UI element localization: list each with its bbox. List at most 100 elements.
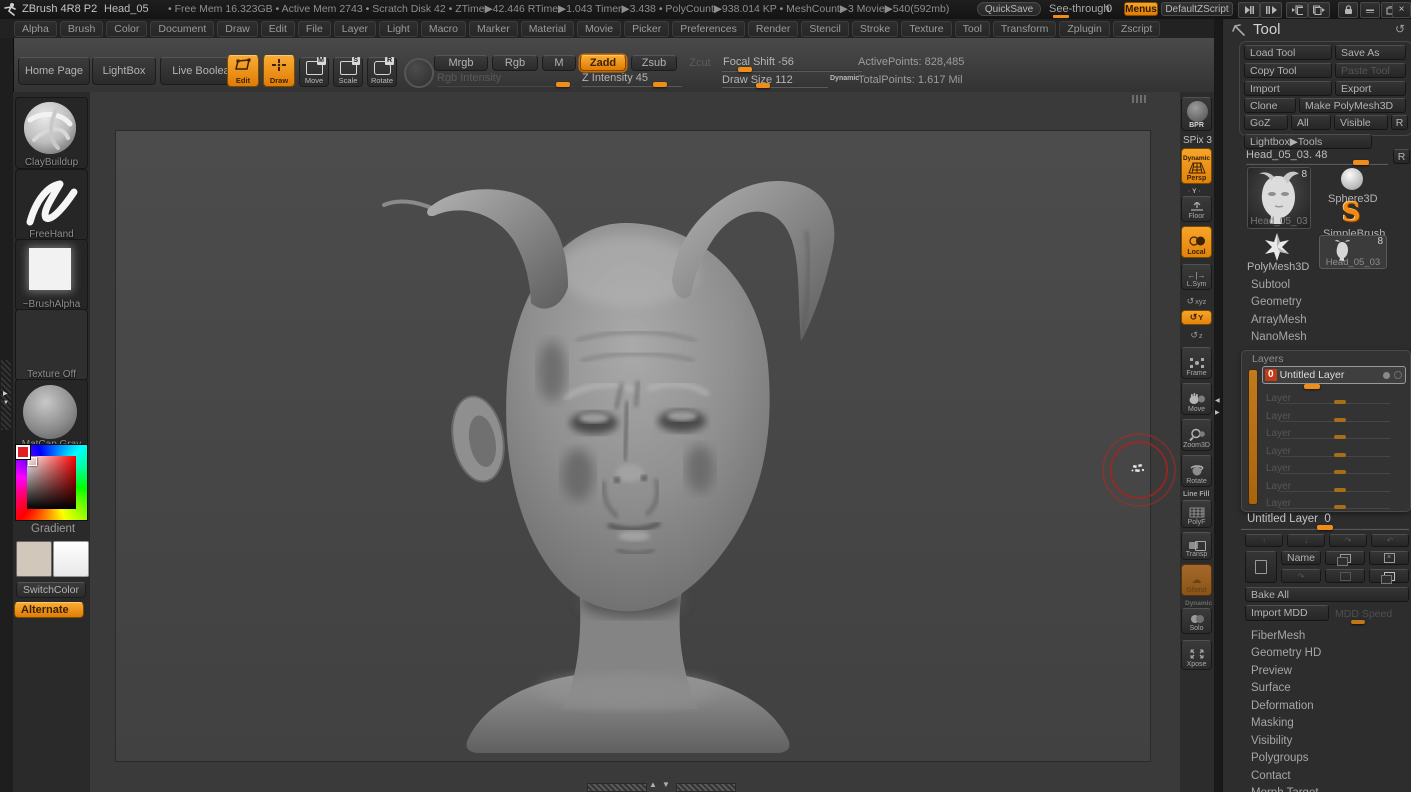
tool-slider-r-button[interactable]: R: [1393, 149, 1410, 164]
move-view-button[interactable]: Move: [1181, 383, 1212, 415]
layer-slider-handle[interactable]: [1334, 435, 1346, 439]
xpose-button[interactable]: Xpose: [1181, 640, 1212, 670]
menu-item[interactable]: Render: [748, 21, 798, 37]
rgb-intensity-slider-label[interactable]: Rgb Intensity: [437, 72, 501, 84]
menu-item[interactable]: Transform: [993, 21, 1056, 37]
right-divider-arrow2-icon[interactable]: ▶: [1215, 409, 1220, 416]
duplicate-layer-button[interactable]: [1325, 551, 1365, 565]
layer-slider-handle[interactable]: [1334, 488, 1346, 492]
canvas-grip-icon[interactable]: [1132, 95, 1146, 103]
default-zscript-button[interactable]: DefaultZScript: [1161, 2, 1233, 16]
layer-redo-button[interactable]: ↷: [1329, 534, 1367, 547]
active-layer-row[interactable]: 0 Untitled Layer: [1262, 366, 1406, 384]
transp-button[interactable]: Transp: [1181, 532, 1212, 560]
layer-slider-handle[interactable]: [1334, 400, 1346, 404]
rotate-button[interactable]: R Rotate: [367, 57, 397, 87]
spix-slider[interactable]: SPix 3: [1183, 135, 1212, 146]
menu-item[interactable]: Color: [106, 21, 147, 37]
invert-layer-button[interactable]: [1369, 569, 1409, 583]
copy-document-back-icon[interactable]: [1286, 2, 1308, 18]
focal-shift-handle[interactable]: [738, 67, 752, 72]
polyf-button[interactable]: PolyF: [1181, 500, 1212, 528]
selected-layer-handle[interactable]: [1317, 525, 1333, 530]
current-texture-thumbnail[interactable]: Texture Off: [15, 309, 88, 381]
see-through-label[interactable]: See-through: [1049, 3, 1110, 15]
layer-row[interactable]: Layer: [1242, 426, 1408, 444]
floor-button[interactable]: Floor: [1181, 196, 1212, 222]
menu-item[interactable]: Alpha: [14, 21, 57, 37]
color-picker[interactable]: [15, 444, 88, 521]
rot-y-button[interactable]: ↺Y: [1181, 310, 1212, 325]
menu-item[interactable]: Brush: [60, 21, 103, 37]
frame-button[interactable]: Frame: [1181, 347, 1212, 379]
layers-header[interactable]: Layers: [1252, 353, 1284, 365]
z-intensity-handle[interactable]: [653, 82, 667, 87]
paste-tool-button[interactable]: Paste Tool: [1335, 63, 1406, 78]
polymesh3d-tool-label[interactable]: PolyMesh3D: [1247, 261, 1309, 273]
layer-row[interactable]: Layer: [1242, 391, 1408, 409]
current-stroke-thumbnail[interactable]: FreeHand: [15, 169, 88, 241]
goz-all-button[interactable]: All: [1291, 115, 1331, 130]
clone-button[interactable]: Clone: [1244, 98, 1296, 113]
subpalette-section[interactable]: Subtool: [1223, 276, 1411, 294]
layer-record-icon[interactable]: [1394, 371, 1402, 379]
current-brush-thumbnail[interactable]: ClayBuildup: [15, 97, 88, 169]
right-divider-arrow-icon[interactable]: ◀: [1215, 397, 1220, 404]
sphere3d-tool-icon[interactable]: [1341, 168, 1363, 190]
selected-layer-label[interactable]: Untitled Layer 0: [1247, 513, 1331, 525]
export-button[interactable]: Export: [1335, 81, 1406, 96]
z-intensity-slider-label[interactable]: Z Intensity 45: [582, 72, 648, 84]
menu-item[interactable]: Zscript: [1113, 21, 1161, 37]
current-alpha-thumbnail[interactable]: ~BrushAlpha: [15, 239, 88, 311]
subpalette-section[interactable]: ArrayMesh: [1223, 311, 1411, 329]
close-icon[interactable]: ×: [1392, 2, 1411, 18]
layer-slider-handle[interactable]: [1334, 453, 1346, 457]
subpalette-section[interactable]: Preview: [1223, 662, 1411, 680]
split-layer-button[interactable]: ↷: [1281, 569, 1321, 583]
menu-item[interactable]: Tool: [955, 21, 990, 37]
scroll-up-icon[interactable]: ▲: [649, 780, 657, 789]
layer-row[interactable]: Layer: [1242, 461, 1408, 479]
layer-up-button[interactable]: ↑: [1245, 534, 1283, 547]
menu-item[interactable]: Marker: [469, 21, 518, 37]
import-mdd-button[interactable]: Import MDD: [1245, 605, 1329, 621]
goz-r-button[interactable]: R: [1391, 115, 1408, 130]
draw-size-handle[interactable]: [756, 83, 770, 88]
copy-document-forward-icon[interactable]: [1308, 2, 1330, 18]
tool-slider-handle[interactable]: [1353, 160, 1369, 165]
merge-down-button[interactable]: [1325, 569, 1365, 583]
left-edge-divider[interactable]: ▶ ▼: [0, 38, 14, 792]
bake-all-button[interactable]: Bake All: [1245, 587, 1409, 602]
draw-button[interactable]: Draw: [263, 55, 295, 87]
lightbox-tools-button[interactable]: Lightbox▶Tools: [1244, 134, 1372, 149]
menu-item[interactable]: Stencil: [801, 21, 849, 37]
menu-item[interactable]: Layer: [334, 21, 376, 37]
rot-z-button[interactable]: ↺z: [1181, 328, 1212, 342]
gradient-label[interactable]: Gradient: [31, 523, 75, 535]
make-polymesh3d-button[interactable]: Make PolyMesh3D: [1299, 98, 1406, 113]
mrgb-button[interactable]: Mrgb: [434, 55, 488, 71]
zcut-button[interactable]: Zcut: [681, 55, 719, 71]
edit-button[interactable]: Edit: [227, 55, 259, 87]
left-divider-arrow-icon[interactable]: ▶: [3, 390, 8, 397]
subpalette-section[interactable]: Geometry HD: [1223, 645, 1411, 663]
current-material-icon[interactable]: [404, 58, 434, 88]
scale-button[interactable]: S Scale: [333, 57, 363, 87]
quicksave-button[interactable]: QuickSave: [977, 2, 1041, 16]
menu-item[interactable]: File: [298, 21, 331, 37]
subpalette-section[interactable]: Geometry: [1223, 294, 1411, 312]
alternate-button[interactable]: Alternate: [14, 602, 84, 618]
current-tool-thumbnail[interactable]: 8 Head_05_03: [1247, 167, 1311, 229]
draw-size-dynamic-label[interactable]: Dynamic: [830, 75, 859, 82]
z-intensity-track[interactable]: [582, 85, 682, 87]
goz-button[interactable]: GoZ: [1244, 115, 1288, 130]
simplebrush-tool-icon[interactable]: S: [1342, 200, 1361, 226]
right-divider[interactable]: ◀ ▶: [1214, 19, 1222, 792]
menu-item[interactable]: Material: [521, 21, 574, 37]
layer-slider-handle[interactable]: [1334, 418, 1346, 422]
current-material-thumbnail[interactable]: MatCap Gray: [15, 379, 88, 451]
h-scrollbar-left[interactable]: [587, 783, 647, 792]
new-layer-button[interactable]: [1245, 551, 1277, 583]
load-tool-button[interactable]: Load Tool: [1244, 45, 1332, 60]
layer-slider-handle[interactable]: [1334, 505, 1346, 509]
